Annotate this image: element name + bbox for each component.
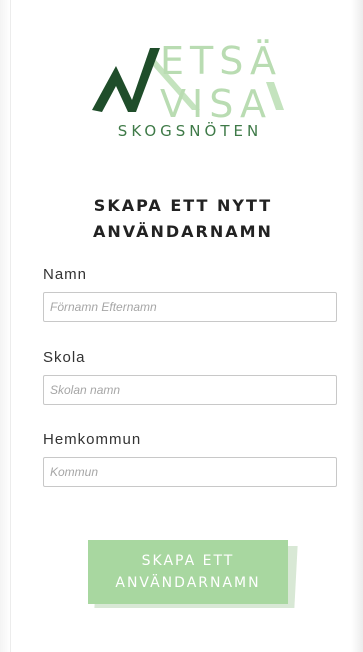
left-edge-shadow	[0, 0, 11, 652]
municipality-label: Hemkommun	[43, 431, 142, 448]
create-username-button-line2: ANVÄNDARNAMN	[115, 575, 261, 591]
page-title-line1: SKAPA ETT NYTT	[93, 196, 273, 215]
screen: ETSÄ VISA SKOGSNÖTEN SKAPA ETT NYTT ANVÄ…	[0, 0, 363, 652]
create-username-button-line1: SKAPA ETT	[141, 553, 235, 569]
logo-subtitle: SKOGSNÖTEN	[117, 122, 263, 140]
metsavisa-logo: ETSÄ VISA SKOGSNÖTEN	[88, 38, 288, 148]
create-username-button[interactable]: SKAPA ETT ANVÄNDARNAMN	[88, 540, 288, 604]
submit-button-wrap: SKAPA ETT ANVÄNDARNAMN	[88, 540, 298, 610]
page-title-line2: ANVÄNDARNAMN	[93, 222, 273, 241]
name-input[interactable]	[43, 292, 337, 322]
page-title: SKAPA ETT NYTT ANVÄNDARNAMN	[60, 193, 306, 245]
logo-word-visa: VISA	[160, 82, 273, 126]
school-input[interactable]	[43, 375, 337, 405]
municipality-input[interactable]	[43, 457, 337, 487]
school-label: Skola	[43, 349, 86, 366]
name-label: Namn	[43, 266, 88, 283]
right-edge-shadow	[351, 0, 363, 652]
logo-word-etsa: ETSÄ	[160, 39, 283, 83]
